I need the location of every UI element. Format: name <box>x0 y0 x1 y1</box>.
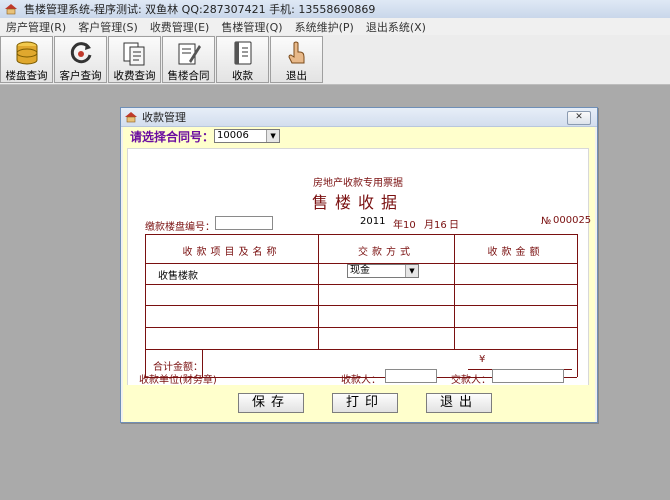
payment-management-dialog: 收款管理 ✕ 请选择合同号： 10006 ▼ 房地产收款专用票据 售楼收据 缴款… <box>120 107 598 423</box>
toolbar-label: 退出 <box>286 70 307 82</box>
receipt-day: 月16 <box>424 220 447 231</box>
toolbar-label: 收费查询 <box>113 70 156 82</box>
receipt-day-suffix: 日 <box>449 220 459 231</box>
contract-row: 请选择合同号： 10006 ▼ <box>130 127 281 145</box>
toolbar-sales-contract-button[interactable]: 售楼合同 <box>162 36 215 83</box>
currency-symbol: ¥ <box>479 354 486 365</box>
table-row-divider <box>145 349 577 350</box>
toolbar-label: 收款 <box>232 70 253 82</box>
receipt-number: 000025 <box>553 215 592 226</box>
toolbar-customer-query-button[interactable]: 客户查询 <box>54 36 107 83</box>
menu-property-management[interactable]: 房产管理(R) <box>0 19 72 35</box>
toolbar-receive-payment-button[interactable]: 收款 <box>216 36 269 83</box>
contract-pen-icon <box>174 39 204 67</box>
save-button[interactable]: 保存 <box>238 393 304 413</box>
chevron-down-icon[interactable]: ▼ <box>266 130 280 142</box>
payer-label: 交款人： <box>451 375 491 386</box>
contract-number-value: 10006 <box>217 130 249 141</box>
app-house-icon <box>4 3 18 15</box>
table-row-divider <box>145 327 577 328</box>
table-border <box>577 234 578 377</box>
toolbar-exit-button[interactable]: 退出 <box>270 36 323 83</box>
ledger-icon <box>228 39 258 67</box>
payee-label: 收款人： <box>341 375 381 386</box>
menu-exit-system[interactable]: 退出系统(X) <box>360 19 432 35</box>
item-name-cell: 收售楼款 <box>158 271 198 282</box>
hand-exit-icon <box>282 39 312 67</box>
table-row-divider <box>145 284 577 285</box>
table-border <box>145 234 577 235</box>
dialog-close-button[interactable]: ✕ <box>567 111 591 125</box>
payment-method-value: 现金 <box>350 265 370 276</box>
dialog-footer: 保存 打印 退出 <box>123 385 595 422</box>
receipt-form: 房地产收款专用票据 售楼收据 缴款楼盘编号： 2011 年10 月16 日 № … <box>127 148 592 390</box>
receiving-unit-label: 收款单位(财务章) <box>139 375 217 386</box>
column-header-item: 收款项目及名称 <box>182 247 281 258</box>
toolbar-building-query-button[interactable]: 楼盘查询 <box>0 36 53 83</box>
receipt-number-label: № <box>541 216 552 227</box>
receipt-month: 年10 <box>393 220 416 231</box>
contract-label: 请选择合同号： <box>130 129 215 144</box>
window-titlebar: 售楼管理系统-程序测试: 双鱼林 QQ:287307421 手机: 135586… <box>0 0 670 19</box>
menu-sales-management[interactable]: 售楼管理(Q) <box>215 19 288 35</box>
window-title: 售楼管理系统-程序测试: 双鱼林 QQ:287307421 手机: 135586… <box>24 3 376 16</box>
database-icon <box>12 39 42 67</box>
receipt-caption: 房地产收款专用票据 <box>313 178 403 189</box>
payee-input[interactable] <box>385 369 437 383</box>
table-row-divider <box>145 305 577 306</box>
toolbar-label: 售楼合同 <box>167 70 210 82</box>
receipt-title: 售楼收据 <box>311 193 404 212</box>
toolbar-label: 客户查询 <box>59 70 102 82</box>
menu-bar: 房产管理(R) 客户管理(S) 收费管理(E) 售楼管理(Q) 系统维护(P) … <box>0 18 670 36</box>
building-number-input[interactable] <box>215 216 273 230</box>
contract-number-select[interactable]: 10006 ▼ <box>214 129 281 143</box>
toolbar: 楼盘查询 客户查询 收费查询 售楼合同 收款 退出 <box>0 35 670 85</box>
print-button[interactable]: 打印 <box>332 393 398 413</box>
app-house-icon <box>124 111 138 123</box>
chevron-down-icon[interactable]: ▼ <box>405 265 418 277</box>
menu-fee-management[interactable]: 收费管理(E) <box>144 19 216 35</box>
exit-button[interactable]: 退出 <box>426 393 492 413</box>
building-number-label: 缴款楼盘编号： <box>145 222 215 233</box>
column-header-amount: 收款金额 <box>487 247 544 258</box>
receipt-year: 2011 <box>360 216 386 227</box>
menu-customer-management[interactable]: 客户管理(S) <box>72 19 144 35</box>
column-header-method: 交款方式 <box>358 247 414 258</box>
refresh-search-icon <box>66 39 96 67</box>
documents-icon <box>120 39 150 67</box>
menu-system-maintenance[interactable]: 系统维护(P) <box>289 19 360 35</box>
dialog-body: 请选择合同号： 10006 ▼ 房地产收款专用票据 售楼收据 缴款楼盘编号： 2… <box>123 127 595 422</box>
dialog-title: 收款管理 <box>142 111 186 124</box>
toolbar-fee-query-button[interactable]: 收费查询 <box>108 36 161 83</box>
payment-method-select[interactable]: 现金 ▼ <box>347 264 419 278</box>
dialog-titlebar: 收款管理 <box>121 108 597 127</box>
toolbar-label: 楼盘查询 <box>5 70 48 82</box>
payer-input[interactable] <box>492 369 564 383</box>
